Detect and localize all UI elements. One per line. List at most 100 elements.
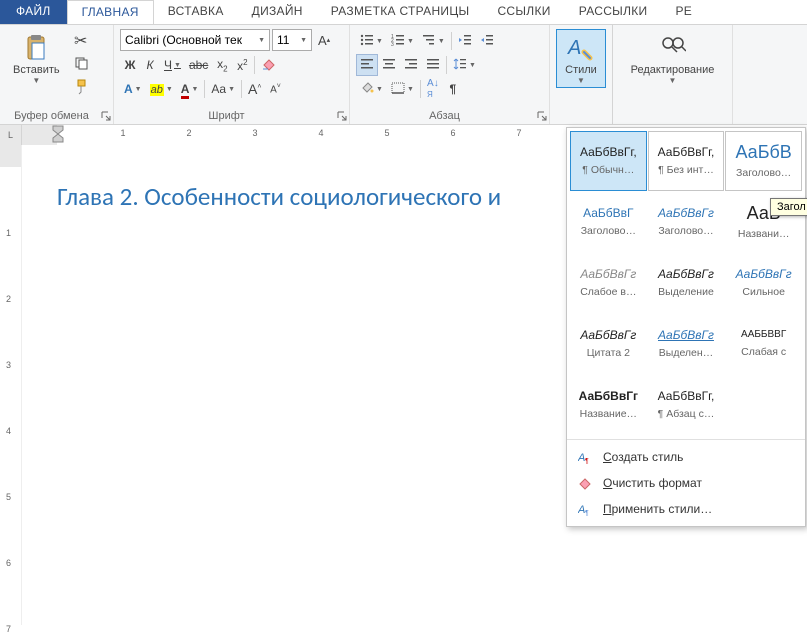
styles-button[interactable]: A Стили ▼	[556, 29, 606, 88]
tab-file[interactable]: ФАЙЛ	[0, 0, 67, 24]
increase-indent-button[interactable]	[476, 30, 498, 52]
style-gallery-item[interactable]: АаБбВвГЗаголово…	[570, 192, 647, 252]
tab-insert[interactable]: ВСТАВКА	[154, 0, 238, 24]
styles-gallery-popup: АаБбВвГг,¶ Обычн…АаБбВвГг,¶ Без инт…АаБб…	[566, 127, 806, 527]
justify-icon	[426, 58, 440, 73]
style-gallery-item[interactable]: АаБбВЗаголово…	[725, 131, 802, 191]
tab-design[interactable]: ДИЗАЙН	[238, 0, 317, 24]
style-gallery-item[interactable]: АаБбВвГгЗаголово…	[648, 192, 725, 252]
tab-page-layout[interactable]: РАЗМЕТКА СТРАНИЦЫ	[317, 0, 484, 24]
tab-home[interactable]: ГЛАВНАЯ	[67, 0, 154, 24]
tab-mailings[interactable]: РАССЫЛКИ	[565, 0, 662, 24]
font-launcher[interactable]	[337, 111, 347, 121]
group-paragraph: ▼ 123▼ ▼ ▼ ▼ ▼ A↓Я ¶ Абзац	[350, 25, 550, 124]
clipboard-launcher[interactable]	[101, 111, 111, 121]
font-name-value: Calibri (Основной тек	[125, 33, 242, 47]
first-line-indent-marker[interactable]	[52, 125, 64, 143]
style-gallery-item[interactable]: АаБбВвГгНазвание…	[570, 375, 647, 435]
chevron-down-icon: ▼	[376, 86, 383, 93]
styles-label: Стили	[565, 64, 597, 76]
cut-button[interactable]: ✂	[71, 31, 91, 51]
svg-text:¶: ¶	[585, 510, 589, 516]
chevron-down-icon: ▼	[191, 86, 198, 93]
chevron-down-icon: ▼	[438, 38, 445, 45]
style-name: ¶ Абзац с…	[658, 408, 715, 420]
strikethrough-button[interactable]: abc	[185, 54, 212, 76]
apply-styles-item[interactable]: A¶ Применить стили…	[567, 496, 805, 522]
subscript-icon: x2	[217, 57, 227, 73]
font-color-fill-button[interactable]: A▼	[120, 78, 146, 100]
style-name: Цитата 2	[587, 347, 630, 359]
italic-button[interactable]: К	[140, 54, 160, 76]
style-sample: АаБбВвГг	[580, 329, 636, 341]
align-center-icon	[382, 58, 396, 73]
group-label-clipboard: Буфер обмена	[0, 110, 103, 122]
style-sample: ААББВВГ	[741, 330, 786, 340]
paragraph-launcher[interactable]	[537, 111, 547, 121]
clear-format-item[interactable]: Очистить формат	[567, 470, 805, 496]
apply-styles-icon: A¶	[577, 501, 593, 517]
tab-references[interactable]: ССЫЛКИ	[483, 0, 564, 24]
font-color-button[interactable]: A▼	[177, 78, 203, 100]
separator	[451, 32, 452, 50]
justify-button[interactable]	[422, 54, 444, 76]
numbering-icon: 123	[391, 34, 405, 49]
style-gallery-item[interactable]: АаБбВвГгСлабое в…	[570, 253, 647, 313]
group-label-font: Шрифт	[114, 110, 339, 122]
style-gallery-item[interactable]: ААББВВГСлабая с	[725, 314, 802, 374]
borders-button[interactable]: ▼	[387, 78, 418, 100]
style-gallery-item[interactable]: АаБбВвГг Цитата 2	[570, 314, 647, 374]
style-gallery-item[interactable]: АаБбВвГг, ¶ Абзац с…	[648, 375, 725, 435]
align-center-button[interactable]	[378, 54, 400, 76]
copy-button[interactable]	[71, 55, 91, 75]
chevron-down-icon: ▼	[166, 86, 173, 93]
editing-button[interactable]: Редактирование ▼	[619, 29, 726, 88]
style-sample: АаБбВвГг	[658, 207, 714, 219]
line-spacing-button[interactable]: ▼	[449, 54, 480, 76]
vertical-ruler[interactable]: 1234567	[0, 145, 22, 625]
align-left-icon	[360, 58, 374, 73]
shrink-font-button[interactable]: A˅	[265, 78, 285, 100]
decrease-indent-button[interactable]	[454, 30, 476, 52]
style-gallery-item[interactable]: АаБбВвГгВыделение	[648, 253, 725, 313]
style-gallery-item[interactable]: АаБбВвГгСильное	[725, 253, 802, 313]
style-gallery-item[interactable]: АаБбВвГгВыделен…	[648, 314, 725, 374]
numbering-button[interactable]: 123▼	[387, 30, 418, 52]
font-size-combo[interactable]: 11▼	[272, 29, 312, 51]
underline-button[interactable]: Ч▼	[160, 54, 185, 76]
style-gallery-item[interactable]: АаБбВвГг,¶ Без инт…	[648, 131, 725, 191]
grow-font-button[interactable]: A▴	[314, 29, 334, 51]
paste-button[interactable]: Вставить ▼	[6, 29, 67, 101]
superscript-button[interactable]: x2	[232, 54, 252, 76]
multilevel-icon	[422, 34, 436, 49]
clear-formatting-button[interactable]	[257, 54, 281, 76]
style-sample: АаБбВвГ	[583, 207, 633, 219]
tab-selector[interactable]: L	[0, 125, 22, 145]
create-style-item[interactable]: A¶ Создать стиль	[567, 444, 805, 470]
style-sample: АаБбВвГг	[736, 268, 792, 280]
show-marks-button[interactable]: ¶	[443, 78, 463, 100]
style-name: ¶ Без инт…	[658, 164, 714, 176]
bullets-button[interactable]: ▼	[356, 30, 387, 52]
bold-button[interactable]: Ж	[120, 54, 140, 76]
style-name: Выделен…	[659, 347, 713, 359]
grow-font-alt-button[interactable]: A˄	[244, 78, 265, 100]
format-painter-button[interactable]	[71, 79, 91, 99]
highlight-button[interactable]: ab▼	[146, 78, 177, 100]
subscript-button[interactable]: x2	[212, 54, 232, 76]
chevron-down-icon: ▼	[469, 62, 476, 69]
align-left-button[interactable]	[356, 54, 378, 76]
style-sample: АаБбВвГг,	[658, 390, 715, 402]
change-case-button[interactable]: Aa▼	[207, 78, 239, 100]
align-right-button[interactable]	[400, 54, 422, 76]
tab-review[interactable]: РЕ	[661, 0, 706, 24]
multilevel-list-button[interactable]: ▼	[418, 30, 449, 52]
font-name-combo[interactable]: Calibri (Основной тек▼	[120, 29, 270, 51]
separator	[241, 80, 242, 98]
style-name: ¶ Обычн…	[582, 164, 634, 176]
editing-label: Редактирование	[631, 64, 715, 76]
style-gallery-item[interactable]: АаБбВвГг,¶ Обычн…	[570, 131, 647, 191]
font-color-icon: A	[181, 82, 190, 96]
shading-button[interactable]: ▼	[356, 78, 387, 100]
sort-button[interactable]: A↓Я	[423, 78, 443, 100]
